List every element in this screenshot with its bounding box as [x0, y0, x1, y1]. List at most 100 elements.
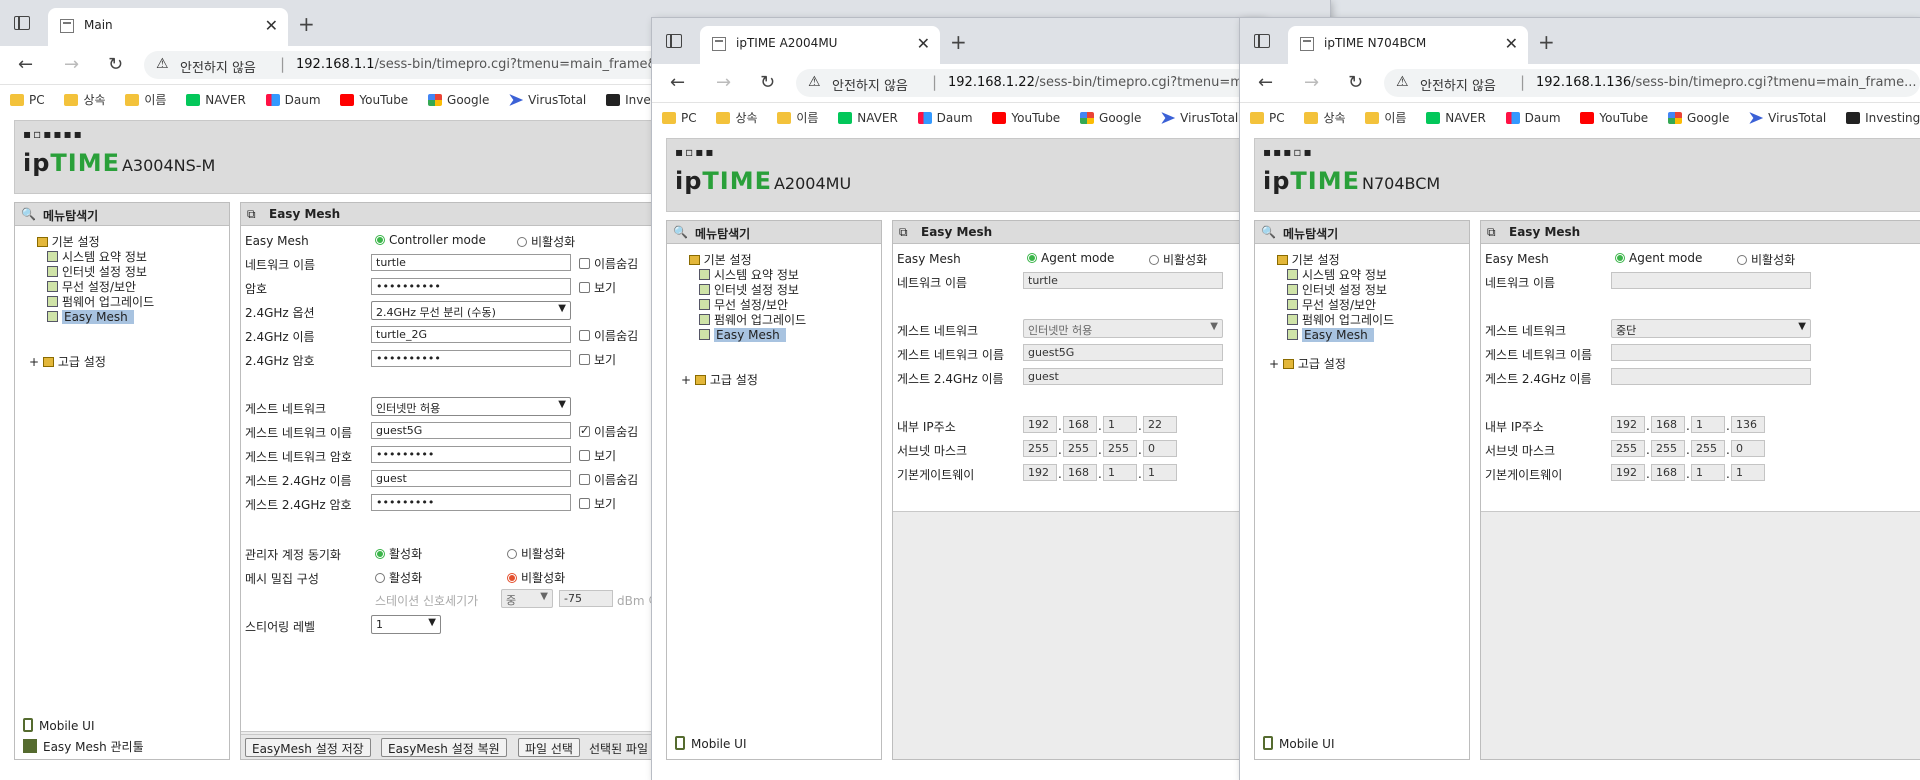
bookmark-youtube[interactable]: YouTube	[340, 93, 408, 107]
bookmark-google[interactable]: Google	[1080, 111, 1141, 125]
guest-name-input[interactable]	[1611, 344, 1811, 361]
ip-octet-1[interactable]: 192	[1023, 416, 1057, 433]
bookmark-names[interactable]: 이름	[125, 91, 166, 108]
address-bar[interactable]: ⚠ 안전하지 않음 | 192.168.1.22/sess-bin/timepr…	[796, 69, 1264, 97]
steering-level-select[interactable]: 1 ▼	[371, 615, 441, 634]
bookmark-daum[interactable]: Daum	[917, 111, 973, 125]
radio-admin-sync-enable[interactable]: 활성화	[375, 545, 422, 562]
bookmark-virustotal[interactable]: VirusTotal	[1161, 111, 1238, 125]
radio-disable[interactable]: 비활성화	[1149, 251, 1207, 268]
ip-octet-2[interactable]: 168	[1651, 416, 1685, 433]
bookmark-daum[interactable]: Daum	[265, 93, 321, 107]
gw-octet-2[interactable]: 168	[1063, 464, 1097, 481]
bookmark-daum[interactable]: Daum	[1505, 111, 1561, 125]
mobile-ui-link[interactable]: Mobile UI	[23, 718, 95, 733]
expand-icon[interactable]: +	[29, 355, 39, 369]
ip-octet-4[interactable]: 136	[1731, 416, 1765, 433]
new-tab-icon[interactable]: +	[298, 12, 315, 36]
24ghz-password-input[interactable]: ••••••••••	[371, 350, 571, 367]
close-tab-icon[interactable]: ✕	[265, 16, 278, 35]
radio-disable[interactable]: 비활성화	[1737, 251, 1795, 268]
bookmark-inherit[interactable]: 상속	[1304, 109, 1346, 126]
network-name-input[interactable]: turtle	[1023, 272, 1223, 289]
gw-octet-1[interactable]: 192	[1023, 464, 1057, 481]
24ghz-name-input[interactable]: turtle_2G	[371, 326, 571, 343]
network-name-input[interactable]	[1611, 272, 1811, 289]
forward-icon[interactable]: →	[716, 72, 731, 93]
guest-name-input[interactable]: guest5G	[1023, 344, 1223, 361]
radio-agent-mode[interactable]: Agent mode	[1027, 251, 1114, 265]
window-menu-icon[interactable]	[666, 34, 682, 48]
guest-24-name-input[interactable]: guest	[371, 470, 571, 487]
tree-item-easymesh[interactable]: Easy Mesh	[1269, 328, 1394, 343]
tree-item-wireless[interactable]: 무선 설정/보안	[681, 298, 806, 313]
hide-guest-24-name-checkbox[interactable]: 이름숨김	[579, 471, 638, 488]
bookmark-virustotal[interactable]: VirusTotal	[509, 93, 586, 107]
tree-item-wireless[interactable]: 무선 설정/보안	[1269, 298, 1394, 313]
back-icon[interactable]: ←	[1258, 72, 1273, 93]
mask-octet-3[interactable]: 255	[1691, 440, 1725, 457]
radio-controller-mode[interactable]: Controller mode	[375, 233, 486, 247]
mask-octet-1[interactable]: 255	[1611, 440, 1645, 457]
bookmark-investing[interactable]: Inves	[606, 93, 657, 107]
bookmark-naver[interactable]: NAVER	[1426, 111, 1486, 125]
tree-advanced-settings[interactable]: + 고급 설정	[29, 355, 154, 370]
bookmark-virustotal[interactable]: VirusTotal	[1749, 111, 1826, 125]
browser-tab[interactable]: Main ✕	[48, 8, 288, 46]
bookmark-google[interactable]: Google	[428, 93, 489, 107]
tree-item-easymesh[interactable]: Easy Mesh	[29, 310, 154, 325]
gw-octet-3[interactable]: 1	[1103, 464, 1137, 481]
ip-octet-4[interactable]: 22	[1143, 416, 1177, 433]
mobile-ui-link[interactable]: Mobile UI	[1263, 736, 1335, 751]
radio-disable[interactable]: 비활성화	[517, 233, 575, 250]
mask-octet-2[interactable]: 255	[1063, 440, 1097, 457]
show-password-checkbox[interactable]: 보기	[579, 279, 616, 296]
new-tab-icon[interactable]: +	[950, 30, 967, 54]
radio-mesh-dense-enable[interactable]: 활성화	[375, 569, 422, 586]
bookmark-pc[interactable]: PC	[662, 111, 697, 125]
bookmark-inherit[interactable]: 상속	[716, 109, 758, 126]
expand-icon[interactable]: +	[681, 373, 691, 387]
tree-item-firmware[interactable]: 펌웨어 업그레이드	[681, 313, 806, 328]
signal-value-input[interactable]: -75	[559, 590, 613, 607]
tree-advanced-settings[interactable]: + 고급 설정	[681, 373, 806, 388]
tree-basic-settings[interactable]: 기본 설정	[681, 253, 806, 268]
tree-item-firmware[interactable]: 펌웨어 업그레이드	[29, 295, 154, 310]
password-input[interactable]: ••••••••••	[371, 278, 571, 295]
show-guest-password-checkbox[interactable]: 보기	[579, 447, 616, 464]
tree-item-internet[interactable]: 인터넷 설정 정보	[681, 283, 806, 298]
reload-icon[interactable]: ↻	[760, 72, 775, 93]
guest-24-password-input[interactable]: •••••••••	[371, 494, 571, 511]
show-24-password-checkbox[interactable]: 보기	[579, 351, 616, 368]
window-menu-icon[interactable]	[14, 16, 30, 30]
radio-agent-mode[interactable]: Agent mode	[1615, 251, 1702, 265]
hide-24-name-checkbox[interactable]: 이름숨김	[579, 327, 638, 344]
tree-basic-settings[interactable]: 기본 설정	[29, 235, 154, 250]
24ghz-option-select[interactable]: 2.4GHz 무선 분리 (수동) ▼	[371, 301, 571, 320]
gw-octet-3[interactable]: 1	[1691, 464, 1725, 481]
tree-advanced-settings[interactable]: + 고급 설정	[1269, 357, 1394, 372]
ip-octet-3[interactable]: 1	[1691, 416, 1725, 433]
signal-level-select[interactable]: 중 ▼	[501, 589, 553, 608]
forward-icon[interactable]: →	[64, 54, 79, 75]
back-icon[interactable]: ←	[670, 72, 685, 93]
expand-icon[interactable]: +	[1269, 357, 1279, 371]
hide-guest-name-checkbox[interactable]: 이름숨김	[579, 423, 638, 440]
tree-item-system[interactable]: 시스템 요약 정보	[1269, 268, 1394, 283]
gw-octet-1[interactable]: 192	[1611, 464, 1645, 481]
browser-tab[interactable]: ipTIME N704BCM ✕	[1288, 26, 1528, 64]
file-select-button[interactable]: 파일 선택	[518, 738, 580, 757]
ip-octet-3[interactable]: 1	[1103, 416, 1137, 433]
gw-octet-4[interactable]: 1	[1143, 464, 1177, 481]
ip-octet-1[interactable]: 192	[1611, 416, 1645, 433]
ip-octet-2[interactable]: 168	[1063, 416, 1097, 433]
bookmark-investing[interactable]: Investing	[1846, 111, 1920, 125]
close-tab-icon[interactable]: ✕	[1505, 34, 1518, 53]
mask-octet-3[interactable]: 255	[1103, 440, 1137, 457]
bookmark-names[interactable]: 이름	[777, 109, 818, 126]
save-easymesh-button[interactable]: EasyMesh 설정 저장	[245, 738, 371, 757]
bookmark-naver[interactable]: NAVER	[186, 93, 246, 107]
bookmark-youtube[interactable]: YouTube	[1580, 111, 1648, 125]
guest-24-name-input[interactable]: guest	[1023, 368, 1223, 385]
gw-octet-4[interactable]: 1	[1731, 464, 1765, 481]
